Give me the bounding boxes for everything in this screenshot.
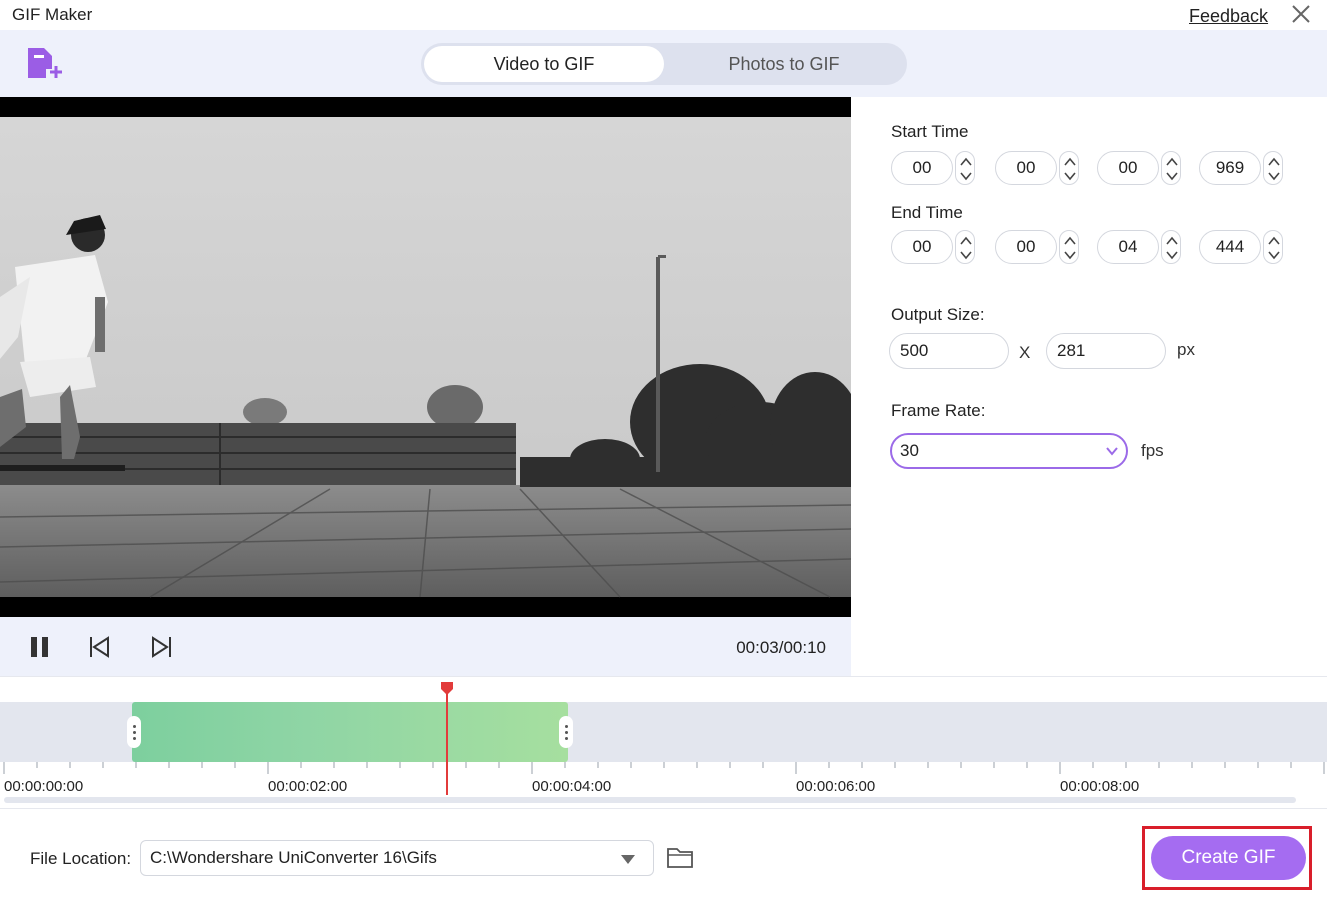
playback-controls: 00:03/00:10 <box>0 617 851 676</box>
frame-rate-label: Frame Rate: <box>891 401 986 420</box>
create-gif-button[interactable]: Create GIF <box>1151 836 1306 880</box>
frame-rate-unit: fps <box>1141 441 1164 460</box>
end-hours-stepper[interactable] <box>955 230 975 264</box>
previous-frame-icon[interactable] <box>87 634 113 660</box>
size-separator: X <box>1019 343 1031 362</box>
end-seconds-stepper[interactable] <box>1161 230 1181 264</box>
mode-switch: Video to GIF Photos to GIF <box>421 43 907 85</box>
playhead-line <box>446 685 448 795</box>
pause-icon[interactable] <box>27 634 53 660</box>
output-width-field[interactable]: 500 <box>889 333 1009 369</box>
tick-label-1: 00:00:02:00 <box>268 778 348 795</box>
output-size-label: Output Size: <box>891 305 985 324</box>
playhead-marker-icon[interactable] <box>440 682 454 696</box>
feedback-link[interactable]: Feedback <box>1189 6 1268 27</box>
close-icon[interactable] <box>1289 2 1313 26</box>
start-ms-field[interactable]: 969 <box>1199 151 1261 185</box>
frame-rate-value: 30 <box>900 441 919 460</box>
start-ms-stepper[interactable] <box>1263 151 1283 185</box>
end-ms-stepper[interactable] <box>1263 230 1283 264</box>
chevron-down-icon <box>621 855 635 864</box>
end-minutes-field[interactable]: 00 <box>995 230 1057 264</box>
start-time-label: Start Time <box>891 122 969 141</box>
tick-label-0: 00:00:00:00 <box>4 778 84 795</box>
output-height-field[interactable]: 281 <box>1046 333 1166 369</box>
tick-label-3: 00:00:06:00 <box>796 778 876 795</box>
timeline-track[interactable] <box>0 702 1327 762</box>
top-toolbar: Video to GIF Photos to GIF <box>0 30 1327 97</box>
clip-end-handle[interactable] <box>559 716 573 748</box>
chevron-down-icon <box>1106 447 1118 456</box>
start-minutes-field[interactable]: 00 <box>995 151 1057 185</box>
end-minutes-stepper[interactable] <box>1059 230 1079 264</box>
create-gif-highlight: Create GIF <box>1142 826 1312 890</box>
tab-photos-to-gif[interactable]: Photos to GIF <box>664 46 904 82</box>
timeline-scrollbar[interactable] <box>4 797 1296 803</box>
next-frame-icon[interactable] <box>148 634 174 660</box>
selected-clip-range[interactable] <box>127 702 573 762</box>
video-frame <box>0 117 851 598</box>
folder-icon[interactable] <box>666 845 694 869</box>
end-hours-field[interactable]: 00 <box>891 230 953 264</box>
playback-time: 00:03/00:10 <box>736 638 826 657</box>
end-time-label: End Time <box>891 203 963 222</box>
add-file-icon[interactable] <box>24 45 64 85</box>
size-unit: px <box>1177 340 1195 359</box>
window-title: GIF Maker <box>12 5 93 24</box>
settings-panel: Start Time 00 00 00 969 End Time 00 00 0… <box>851 97 1327 676</box>
video-preview[interactable] <box>0 97 851 617</box>
start-minutes-stepper[interactable] <box>1059 151 1079 185</box>
file-location-path: C:\Wondershare UniConverter 16\Gifs <box>150 848 437 867</box>
clip-start-handle[interactable] <box>127 716 141 748</box>
tick-label-4: 00:00:08:00 <box>1060 778 1140 795</box>
start-seconds-stepper[interactable] <box>1161 151 1181 185</box>
tick-label-2: 00:00:04:00 <box>532 778 612 795</box>
end-ms-field[interactable]: 444 <box>1199 230 1261 264</box>
start-hours-stepper[interactable] <box>955 151 975 185</box>
timeline: 00:00:00:00 00:00:02:00 00:00:04:00 00:0… <box>0 676 1327 808</box>
bottom-bar: File Location: C:\Wondershare UniConvert… <box>0 808 1327 901</box>
tab-video-to-gif[interactable]: Video to GIF <box>424 46 664 82</box>
file-location-select[interactable]: C:\Wondershare UniConverter 16\Gifs <box>140 840 654 876</box>
start-seconds-field[interactable]: 00 <box>1097 151 1159 185</box>
timeline-ruler <box>3 762 1325 774</box>
frame-rate-select[interactable]: 30 <box>890 433 1128 469</box>
end-seconds-field[interactable]: 04 <box>1097 230 1159 264</box>
start-hours-field[interactable]: 00 <box>891 151 953 185</box>
file-location-label: File Location: <box>30 849 132 868</box>
